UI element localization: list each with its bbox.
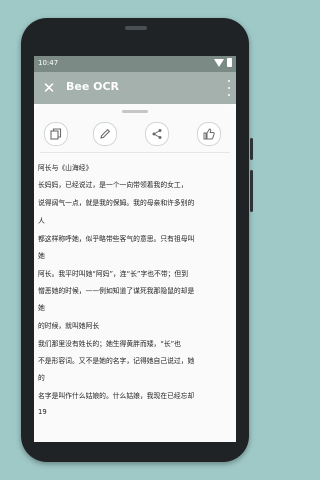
drag-handle[interactable] <box>122 110 148 113</box>
thumbs-up-icon <box>203 128 215 140</box>
ocr-line: 阿长与《山海经》 <box>38 164 93 172</box>
result-sheet: 阿长与《山海经》 长妈妈，已经说过，是一个一向带领着我的女工， 说得阔气一点，就… <box>34 104 236 442</box>
app-title: Bee OCR <box>66 80 120 93</box>
edit-button[interactable] <box>93 122 117 146</box>
ocr-line: 19 <box>38 408 47 416</box>
ocr-line: 的时候，就叫她阿长 <box>38 322 100 330</box>
ocr-line: 阿长。我平时叫她“阿妈”，连“长”字也不带；但到 <box>38 270 189 278</box>
volume-button <box>250 138 253 160</box>
status-time: 10:47 <box>38 59 59 67</box>
like-button[interactable] <box>197 122 221 146</box>
ocr-line: 的 <box>38 374 45 382</box>
status-bar: 10:47 <box>34 56 236 72</box>
more-options-icon[interactable] <box>224 80 234 96</box>
power-button <box>250 170 253 212</box>
ocr-line: 都这样称呼她，似乎略带些客气的意思。只有祖母叫 <box>38 235 195 243</box>
ocr-line: 她 <box>38 252 45 260</box>
status-icons <box>214 58 232 67</box>
wifi-icon <box>214 58 224 67</box>
ocr-line: 人 <box>38 217 45 225</box>
close-icon[interactable]: ✕ <box>40 79 58 97</box>
ocr-line: 长妈妈，已经说过，是一个一向带领着我的女工， <box>38 181 188 189</box>
ocr-line: 名字是叫作什么姑娘的。什么姑娘，我现在已经忘却 <box>38 392 195 400</box>
ocr-line: 她 <box>38 304 45 312</box>
copy-button[interactable] <box>44 122 68 146</box>
ocr-line: 憎恶她的时候，——例如知道了谋死我那隐鼠的却是 <box>38 287 195 295</box>
battery-icon <box>227 58 232 67</box>
share-icon <box>152 129 162 139</box>
phone-speaker <box>125 26 147 30</box>
phone-screen: 10:47 ✕ Bee OCR 阿长与《山海经》 长妈妈，已经说过，是一个一向带… <box>34 56 236 442</box>
ocr-line: 不是形容词。又不是她的名字，记得她自己说过，她 <box>38 357 195 365</box>
ocr-line: 我们那里没有姓长的；她生得黄胖而矮，“长”也 <box>38 340 181 348</box>
ocr-line: 说得阔气一点，就是我的保姆。我的母亲和许多别的 <box>38 199 195 207</box>
edit-icon <box>100 128 111 139</box>
action-bar <box>34 116 236 150</box>
app-bar: ✕ Bee OCR <box>34 72 236 104</box>
divider <box>40 152 230 153</box>
share-button[interactable] <box>145 122 169 146</box>
phone-frame: 10:47 ✕ Bee OCR 阿长与《山海经》 长妈妈，已经说过，是一个一向带… <box>21 18 253 462</box>
copy-icon <box>50 128 62 140</box>
